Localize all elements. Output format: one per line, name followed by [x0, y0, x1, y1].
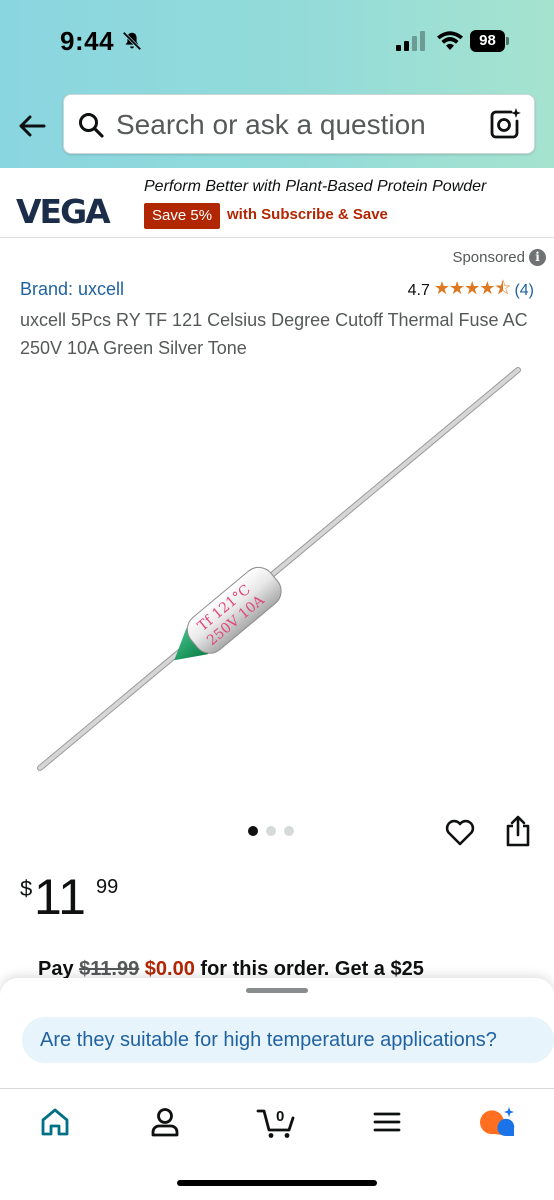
star-rating-icon: ★★★★⯪ — [433, 278, 512, 298]
price-whole: 11 — [34, 869, 86, 925]
cart-icon[interactable]: 0 — [256, 1105, 298, 1139]
pay-old-price: $11.99 — [79, 958, 140, 980]
status-bar: 9:44 98 — [0, 0, 554, 84]
battery-indicator: 98 — [470, 30, 510, 52]
suggested-question-chip[interactable]: Are they suitable for high temperature a… — [22, 1017, 554, 1063]
ad-subscribe-text: with Subscribe & Save — [227, 206, 388, 223]
home-icon[interactable] — [38, 1105, 72, 1139]
menu-icon[interactable] — [370, 1105, 404, 1139]
carousel-dot-2[interactable] — [266, 826, 276, 836]
camera-lens-icon[interactable] — [488, 107, 522, 141]
search-bar[interactable]: Search or ask a question — [63, 94, 535, 154]
cart-count: 0 — [276, 1108, 284, 1125]
price-currency: $ — [20, 876, 33, 901]
share-icon[interactable] — [503, 814, 533, 848]
info-icon[interactable]: i — [529, 249, 546, 266]
signal-icon — [396, 31, 425, 51]
wifi-icon — [437, 31, 463, 50]
header: 9:44 98 Search or ask a question — [0, 0, 554, 168]
rating-value: 4.7 — [407, 282, 430, 299]
search-input[interactable]: Search or ask a question — [116, 109, 426, 141]
product-title: uxcell 5Pcs RY TF 121 Celsius Degree Cut… — [20, 310, 528, 358]
wishlist-heart-icon[interactable] — [444, 816, 476, 848]
search-icon — [79, 113, 104, 138]
price-fraction: 99 — [96, 876, 119, 898]
ad-brand-logo[interactable]: VEGA — [16, 192, 111, 231]
back-arrow-icon[interactable] — [14, 108, 50, 144]
sponsored-text: Sponsored — [452, 249, 525, 266]
battery-level: 98 — [479, 32, 496, 49]
sheet-drag-handle[interactable] — [246, 988, 308, 993]
pay-prefix: Pay — [38, 958, 74, 980]
rufus-assistant-icon[interactable] — [476, 1105, 516, 1139]
pay-new-price: $0.00 — [144, 958, 195, 980]
status-time: 9:44 — [60, 26, 115, 56]
battery-tip — [506, 37, 509, 45]
image-carousel-dots[interactable] — [248, 826, 294, 836]
account-icon[interactable] — [148, 1105, 182, 1139]
brand-link[interactable]: Brand: uxcell — [20, 279, 124, 300]
sponsored-label[interactable]: Sponsored i — [452, 249, 546, 266]
ad-save-badge: Save 5% — [144, 203, 221, 229]
ask-sheet: Are they suitable for high temperature a… — [0, 978, 554, 1088]
ad-headline[interactable]: Perform Better with Plant-Based Protein … — [144, 178, 486, 196]
silent-bell-icon — [122, 31, 142, 51]
rating-summary[interactable]: 4.7 ★★★★⯪ (4) — [408, 276, 534, 306]
pay-suffix: for this order. Get a $25 — [200, 958, 424, 980]
home-indicator[interactable] — [177, 1180, 377, 1186]
carousel-dot-3[interactable] — [284, 826, 294, 836]
carousel-dot-1[interactable] — [248, 826, 258, 836]
rating-count[interactable]: (4) — [514, 282, 534, 300]
product-image[interactable]: Tf 121°C 250V 10A — [20, 360, 534, 780]
